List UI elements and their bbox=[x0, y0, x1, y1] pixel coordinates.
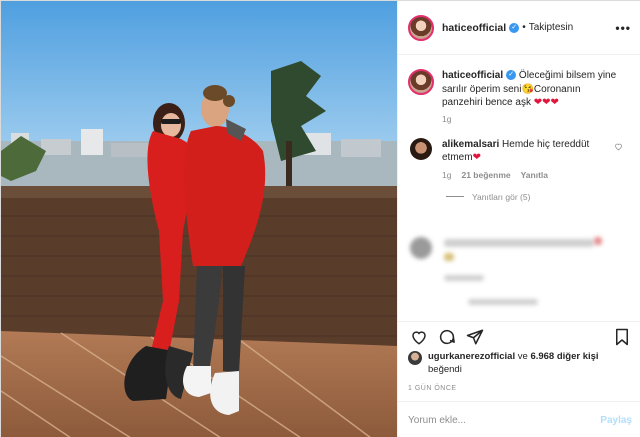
photo-illustration bbox=[1, 1, 397, 437]
likes-summary: ugurkanerezofficial ve 6.968 diğer kişi … bbox=[408, 351, 599, 376]
caption-time[interactable]: 1g bbox=[398, 110, 640, 124]
caption-username[interactable]: haticeofficial bbox=[442, 70, 503, 81]
likes-text: ugurkanerezofficial ve 6.968 diğer kişi … bbox=[428, 351, 599, 376]
post-comment-button[interactable]: Paylaş bbox=[600, 415, 632, 426]
blurred-text bbox=[444, 253, 454, 261]
kiss-emoji-icon: 😘 bbox=[521, 83, 534, 95]
author-avatar[interactable] bbox=[408, 14, 434, 41]
view-replies-label: Yanıtları gör (5) bbox=[472, 191, 531, 202]
comment-like-heart-icon[interactable] bbox=[614, 142, 623, 151]
comment-icon[interactable] bbox=[438, 328, 456, 346]
blurred-comments bbox=[408, 229, 628, 319]
post-header: haticeofficial ✓ • Takiptesin ••• bbox=[398, 1, 640, 55]
replies-line bbox=[446, 196, 464, 197]
view-replies[interactable]: Yanıtları gör (5) bbox=[398, 180, 640, 202]
post-photo[interactable] bbox=[1, 1, 397, 437]
follow-status-button[interactable]: Takiptesin bbox=[529, 22, 573, 33]
commenter-avatar[interactable] bbox=[410, 137, 432, 160]
comment-text: alikemalsari Hemde hiç tereddüt etmem❤ bbox=[442, 138, 602, 165]
post-date[interactable]: 1 GÜN ÖNCE bbox=[408, 385, 457, 392]
blurred-avatar bbox=[410, 237, 432, 259]
caption-hearts: ❤❤❤ bbox=[533, 97, 559, 108]
bookmark-icon[interactable] bbox=[614, 328, 630, 346]
caption: haticeofficial ✓ Öleceğimi bilsem yine sa… bbox=[398, 55, 640, 110]
blurred-text bbox=[468, 299, 538, 305]
share-icon[interactable] bbox=[466, 328, 484, 346]
likes-count[interactable]: 6.968 diğer kişi bbox=[530, 351, 598, 362]
blurred-text bbox=[444, 239, 594, 247]
instagram-post: haticeofficial ✓ • Takiptesin ••• hatice… bbox=[0, 0, 640, 437]
more-icon[interactable]: ••• bbox=[615, 21, 631, 35]
comment-likes[interactable]: 21 beğenme bbox=[461, 170, 510, 180]
blurred-text bbox=[444, 275, 484, 281]
comment-input[interactable] bbox=[408, 414, 588, 426]
comment: alikemalsari Hemde hiç tereddüt etmem❤ bbox=[398, 124, 640, 165]
blurred-text bbox=[594, 237, 602, 245]
likes-suffix: beğendi bbox=[428, 363, 462, 375]
post-side-panel: haticeofficial ✓ • Takiptesin ••• hatice… bbox=[397, 1, 640, 437]
verified-icon: ✓ bbox=[509, 22, 520, 33]
reply-button[interactable]: Yanıtla bbox=[521, 170, 548, 180]
caption-text: haticeofficial ✓ Öleceğimi bilsem yine sa… bbox=[442, 69, 622, 110]
liker-username[interactable]: ugurkanerezofficial bbox=[428, 351, 515, 362]
comment-composer: Paylaş bbox=[398, 401, 640, 437]
caption-avatar[interactable] bbox=[408, 69, 434, 95]
action-bar bbox=[398, 321, 640, 353]
comment-meta: 1g 21 beğenme Yanıtla bbox=[398, 165, 640, 180]
author-username[interactable]: haticeofficial bbox=[442, 22, 506, 34]
likes-connector: ve bbox=[517, 351, 528, 362]
header-separator: • bbox=[522, 22, 526, 33]
verified-icon: ✓ bbox=[506, 70, 517, 81]
comment-time[interactable]: 1g bbox=[442, 170, 451, 180]
comment-heart-emoji: ❤ bbox=[472, 152, 481, 163]
liker-avatar[interactable] bbox=[408, 351, 422, 365]
commenter-username[interactable]: alikemalsari bbox=[442, 139, 499, 150]
heart-icon[interactable] bbox=[410, 328, 428, 346]
